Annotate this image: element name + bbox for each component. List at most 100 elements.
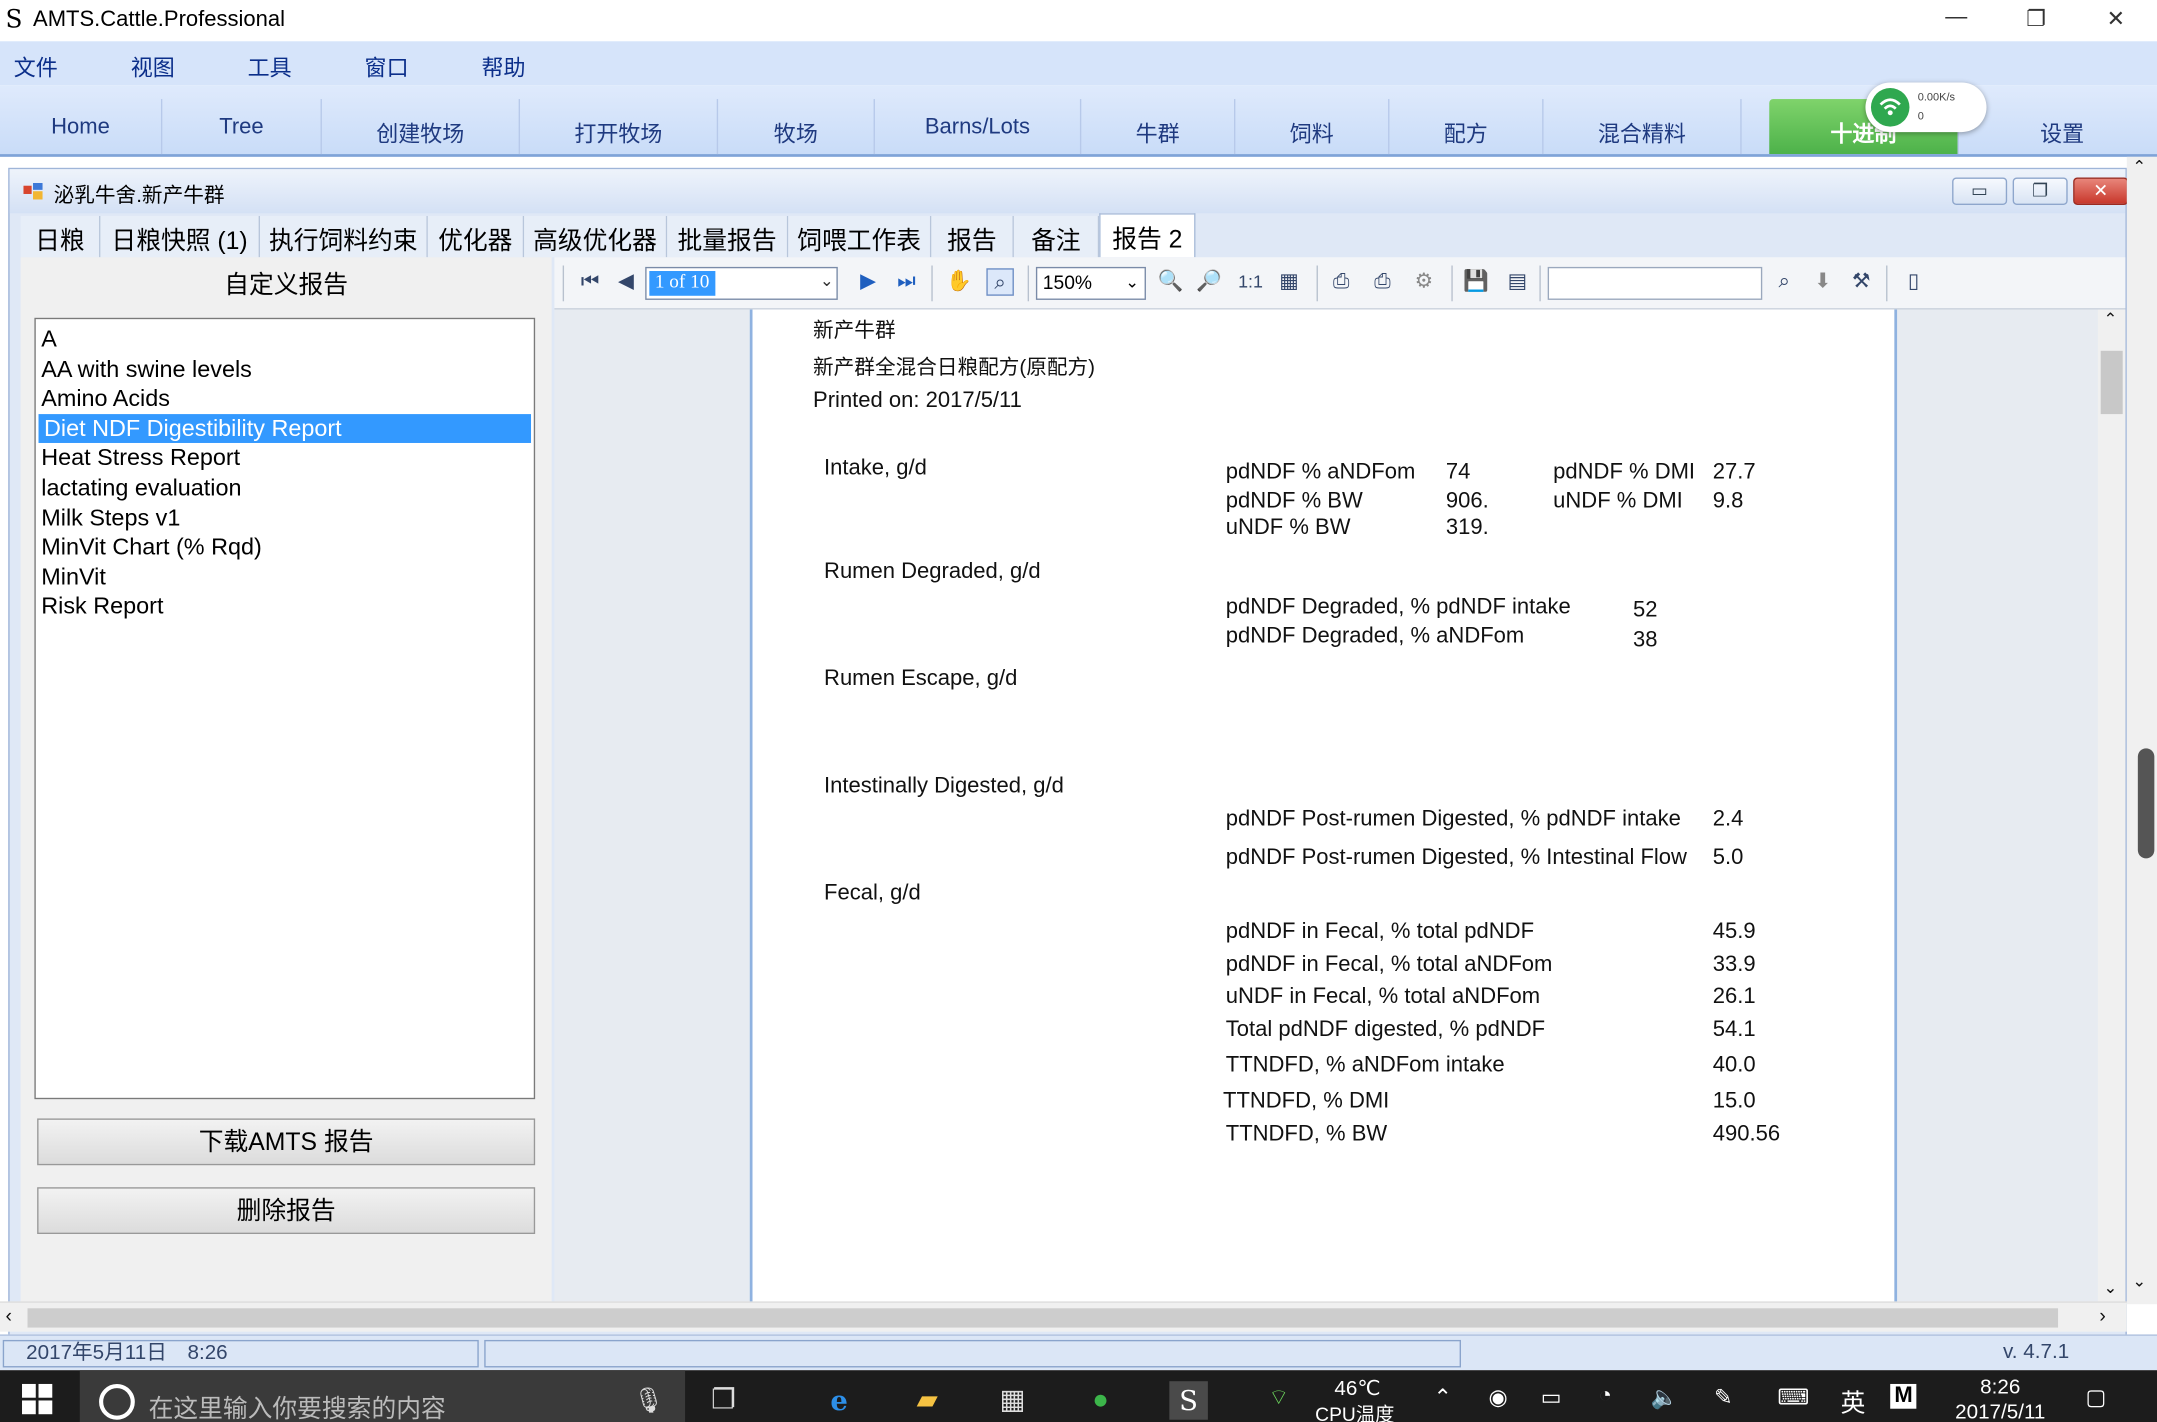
network-icon[interactable]: ◔	[1599, 1384, 1612, 1409]
amts-app-icon[interactable]: S	[1169, 1381, 1208, 1420]
list-item[interactable]: Milk Steps v1	[36, 503, 534, 533]
menu-tools[interactable]: 工具	[248, 50, 292, 83]
taskbar-search-box[interactable]: 在这里输入你要搜索的内容 🎙	[79, 1370, 686, 1422]
tab-ration-snapshot[interactable]: 日粮快照 (1)	[100, 215, 261, 258]
list-item[interactable]: lactating evaluation	[36, 473, 534, 503]
quick-print-icon[interactable]: ⎙	[1369, 268, 1397, 296]
nav-tab-open-farm[interactable]: 打开牧场	[520, 99, 719, 155]
select-zoom-icon[interactable]: ⌕	[986, 268, 1014, 296]
scroll-up-icon[interactable]: ⌃	[2132, 157, 2146, 176]
hand-pan-icon[interactable]: ✋	[945, 268, 973, 296]
zoom-out-icon[interactable]: 🔎	[1195, 268, 1223, 296]
m-app-icon[interactable]: M	[1890, 1383, 1917, 1409]
find-next-icon[interactable]: ⬇	[1809, 268, 1837, 296]
file-explorer-icon[interactable]: ▰	[908, 1381, 947, 1420]
pen-icon[interactable]: ✎	[1714, 1384, 1732, 1412]
maximize-button[interactable]: ❐	[2009, 6, 2064, 36]
start-button-icon[interactable]	[22, 1383, 53, 1415]
nav-tab-concentrate[interactable]: 混合精料	[1544, 99, 1742, 155]
report-scrollbar[interactable]: ⌃ ⌄	[2097, 309, 2126, 1303]
parameters-icon[interactable]: ▯	[1900, 268, 1928, 296]
delete-report-button[interactable]: 删除报告	[37, 1187, 536, 1235]
tab-advanced-optimizer[interactable]: 高级优化器	[524, 215, 668, 258]
zoom-selector[interactable]: 150% ⌄	[1035, 266, 1146, 300]
page-setup-icon[interactable]: ⚙	[1410, 268, 1438, 296]
fit-page-icon[interactable]: ▦	[1275, 268, 1303, 296]
battery-icon[interactable]: ▭	[1541, 1384, 1562, 1412]
network-speed-widget[interactable]: 0.00K/s 0	[1865, 82, 1987, 133]
tab-report-2[interactable]: 报告 2	[1099, 213, 1196, 258]
list-item-selected[interactable]: Diet NDF Digestibility Report	[38, 413, 532, 444]
nav-tab-formula[interactable]: 配方	[1389, 99, 1544, 155]
nav-tab-barns-lots[interactable]: Barns/Lots	[875, 99, 1082, 155]
volume-icon[interactable]: 🔈	[1651, 1384, 1678, 1412]
menu-window[interactable]: 窗口	[365, 50, 409, 83]
tab-ration[interactable]: 日粮	[20, 215, 101, 258]
export-icon[interactable]: ▤	[1504, 268, 1532, 296]
search-input[interactable]	[1547, 266, 1763, 300]
tab-notes[interactable]: 备注	[1013, 215, 1100, 258]
menu-file[interactable]: 文件	[14, 50, 58, 83]
search-icon[interactable]: ⌕	[1771, 268, 1799, 296]
nav-tab-herd[interactable]: 牛群	[1081, 99, 1236, 155]
nav-tab-tree[interactable]: Tree	[162, 99, 322, 155]
scroll-thumb[interactable]	[27, 1308, 2059, 1328]
nav-tab-farm[interactable]: 牧场	[718, 99, 875, 155]
list-item[interactable]: AA with swine levels	[36, 354, 534, 384]
store-icon[interactable]: ▦	[993, 1381, 1032, 1420]
prev-page-icon[interactable]: ◀	[612, 268, 640, 296]
wifi-tray-icon[interactable]: ⌔	[1268, 1384, 1289, 1412]
nav-tab-settings[interactable]: 设置	[1981, 99, 2143, 154]
scroll-right-icon[interactable]: ›	[2099, 1304, 2105, 1326]
tab-report[interactable]: 报告	[931, 215, 1014, 258]
child-restore-button[interactable]: ❐	[2012, 177, 2068, 205]
print-icon[interactable]: ⎙	[1328, 268, 1356, 296]
close-button[interactable]: ✕	[2088, 6, 2143, 36]
tab-optimizer[interactable]: 优化器	[427, 215, 525, 258]
list-item[interactable]: MinVit	[36, 562, 534, 592]
microphone-icon[interactable]: 🎙	[633, 1387, 664, 1416]
tab-feeding-worksheet[interactable]: 饲喂工作表	[788, 215, 932, 258]
scroll-down-icon[interactable]: ⌄	[2103, 1278, 2117, 1297]
next-page-icon[interactable]: ▶	[854, 268, 882, 296]
notification-icon[interactable]: ▢	[2086, 1384, 2107, 1412]
nav-tab-home[interactable]: Home	[0, 99, 163, 155]
scroll-thumb[interactable]	[2100, 350, 2123, 415]
tab-feed-constraints[interactable]: 执行饲料约束	[260, 215, 428, 258]
scroll-up-icon[interactable]: ⌃	[2103, 310, 2117, 329]
window-horizontal-scrollbar[interactable]: ‹ ›	[0, 1301, 2127, 1332]
last-page-icon[interactable]: ⏭	[893, 268, 921, 296]
list-item[interactable]: A	[36, 325, 534, 355]
edge-browser-icon[interactable]: e	[820, 1381, 859, 1420]
child-minimize-button[interactable]: ▭	[1952, 177, 2008, 205]
menu-help[interactable]: 帮助	[481, 50, 525, 83]
zoom-in-icon[interactable]: 🔍	[1157, 268, 1185, 296]
taskbar-clock[interactable]: 8:26 2017/5/11	[1951, 1376, 2050, 1422]
report-canvas[interactable]: 新产牛群 新产群全混合日粮配方(原配方) Printed on: 2017/5/…	[554, 309, 2126, 1303]
scroll-left-icon[interactable]: ‹	[6, 1304, 12, 1326]
save-icon[interactable]: 💾	[1462, 268, 1490, 296]
ime-indicator[interactable]: 英	[1841, 1384, 1866, 1420]
browser-360-icon[interactable]: ●	[1081, 1381, 1120, 1420]
scroll-thumb[interactable]	[2137, 748, 2155, 859]
first-page-icon[interactable]: ⏮	[576, 268, 604, 296]
page-selector[interactable]: 1 of 10 ⌄	[645, 266, 838, 300]
window-vertical-scrollbar[interactable]: ⌃ ⌄	[2126, 156, 2157, 1305]
nav-tab-create-farm[interactable]: 创建牧场	[322, 99, 521, 155]
list-item[interactable]: Amino Acids	[36, 384, 534, 414]
options-icon[interactable]: ⚒	[1848, 268, 1876, 296]
tray-expand-icon[interactable]: ⌃	[1433, 1384, 1451, 1412]
tab-batch-report[interactable]: 批量报告	[667, 215, 789, 258]
actual-size-button[interactable]: 1:1	[1234, 268, 1267, 296]
scroll-down-icon[interactable]: ⌄	[2132, 1271, 2146, 1290]
list-item[interactable]: Risk Report	[36, 592, 534, 622]
qq-icon[interactable]: ◉	[1489, 1384, 1508, 1412]
list-item[interactable]: Heat Stress Report	[36, 443, 534, 473]
list-item[interactable]: MinVit Chart (% Rqd)	[36, 533, 534, 563]
report-listbox[interactable]: A AA with swine levels Amino Acids Diet …	[34, 317, 536, 1100]
keyboard-icon[interactable]: ⌨	[1777, 1384, 1809, 1412]
child-close-button[interactable]: ✕	[2073, 177, 2129, 205]
download-report-button[interactable]: 下载AMTS 报告	[37, 1118, 536, 1166]
nav-tab-feed[interactable]: 饲料	[1235, 99, 1390, 155]
menu-view[interactable]: 视图	[131, 50, 175, 83]
